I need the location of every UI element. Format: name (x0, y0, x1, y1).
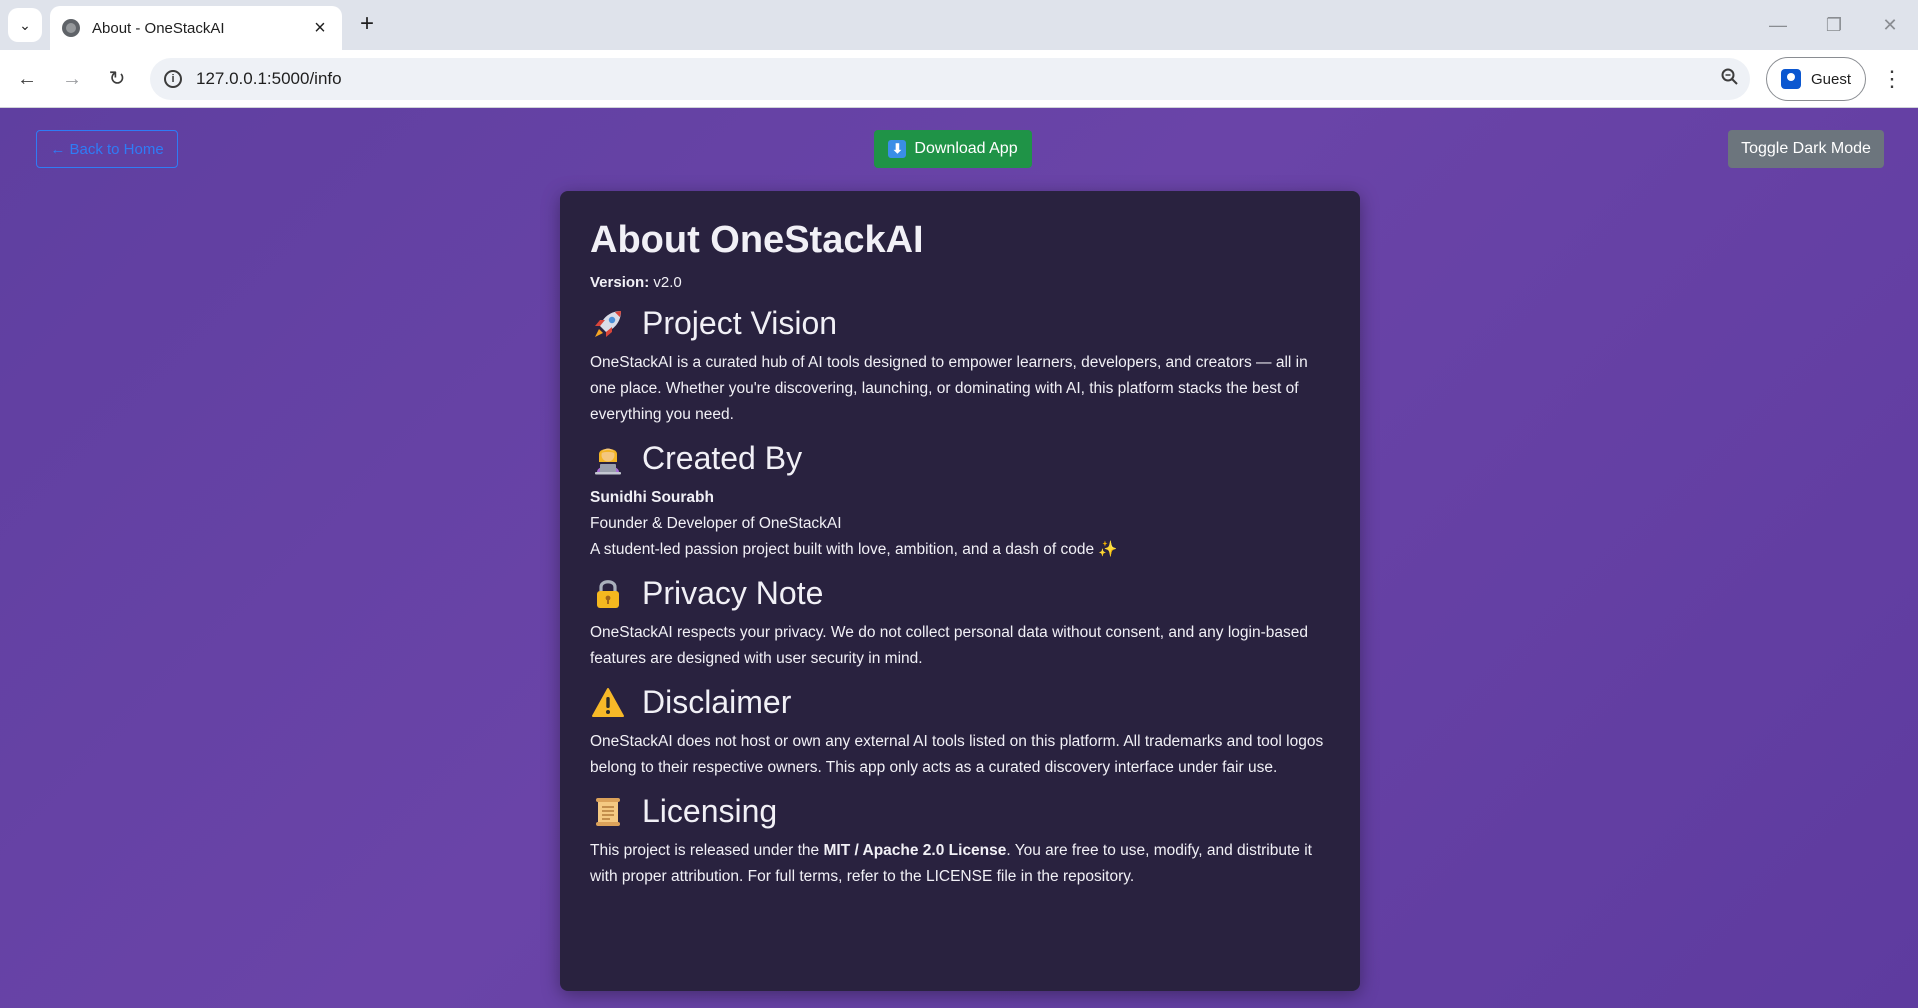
creator-name: Sunidhi Sourabh (590, 489, 714, 506)
reload-button[interactable]: ↻ (102, 64, 132, 94)
creator-role: Founder & Developer of OneStackAI (590, 515, 842, 532)
version-label: Version: (590, 274, 650, 291)
back-to-home-button[interactable]: ← Back to Home (36, 130, 178, 168)
browser-tab[interactable]: About - OneStackAI × (50, 6, 342, 50)
section-text: OneStackAI is a curated hub of AI tools … (590, 354, 1308, 423)
section-heading: Privacy Note (642, 575, 824, 611)
url-text[interactable]: 127.0.0.1:5000/info (196, 69, 1710, 89)
arrow-left-icon: ← (17, 68, 37, 90)
chevron-down-icon: ⌄ (19, 16, 31, 33)
back-button[interactable]: ← (12, 64, 42, 94)
scroll-icon (590, 794, 626, 830)
profile-label: Guest (1811, 70, 1852, 88)
section-heading: Created By (642, 440, 803, 476)
section-heading: Project Vision (642, 305, 838, 341)
tab-search-button[interactable]: ⌄ (8, 8, 42, 42)
minimize-icon: — (1769, 15, 1787, 35)
page-title: About OneStackAI (590, 219, 924, 261)
plus-icon: + (359, 10, 374, 37)
section-text: OneStackAI respects your privacy. We do … (590, 624, 1308, 667)
about-card: About OneStackAI Version: v2.0 Project V… (560, 191, 1360, 991)
close-window-icon: ✕ (1882, 15, 1898, 35)
restore-button[interactable]: ❐ (1814, 10, 1854, 40)
section-disclaimer: Disclaimer OneStackAI does not host or o… (590, 684, 1330, 781)
technologist-icon (590, 441, 626, 477)
restore-icon: ❐ (1825, 15, 1843, 35)
warning-icon (590, 685, 626, 721)
section-project-vision: Project Vision OneStackAI is a curated h… (590, 305, 1330, 428)
profile-icon (1781, 69, 1801, 89)
address-bar[interactable]: i 127.0.0.1:5000/info (150, 58, 1750, 100)
section-text: OneStackAI does not host or own any exte… (590, 733, 1324, 776)
rocket-icon (590, 306, 626, 342)
version-line: Version: v2.0 (590, 274, 1330, 291)
section-text: A student-led passion project built with… (590, 541, 1118, 558)
download-icon: ⬇ (888, 140, 907, 158)
version-value: v2.0 (653, 274, 682, 291)
download-app-button[interactable]: ⬇ Download App (874, 130, 1032, 168)
section-heading: Disclaimer (642, 684, 792, 720)
download-app-label: Download App (914, 140, 1018, 157)
section-privacy-note: Privacy Note OneStackAI respects your pr… (590, 575, 1330, 672)
profile-button[interactable]: Guest (1766, 57, 1866, 101)
browser-toolbar: ← → ↻ i 127.0.0.1:5000/info Guest ⋮ (0, 50, 1918, 108)
close-icon[interactable]: × (310, 18, 330, 38)
license-name: MIT / Apache 2.0 License (823, 842, 1007, 859)
browser-tab-bar: ⌄ About - OneStackAI × + — ❐ ✕ (0, 0, 1918, 50)
section-text: This project is released under the MIT /… (590, 838, 1330, 890)
globe-icon (62, 19, 80, 37)
browser-menu-button[interactable]: ⋮ (1878, 64, 1906, 94)
page-content: ← Back to Home ⬇ Download App Toggle Dar… (0, 108, 1918, 1008)
minimize-button[interactable]: — (1758, 10, 1798, 40)
close-window-button[interactable]: ✕ (1870, 10, 1910, 40)
section-heading: Licensing (642, 793, 778, 829)
forward-button[interactable]: → (57, 64, 87, 94)
reload-icon: ↻ (108, 68, 126, 90)
arrow-right-icon: → (62, 68, 82, 90)
zoom-icon[interactable] (1710, 68, 1750, 91)
toggle-dark-mode-button[interactable]: Toggle Dark Mode (1728, 130, 1884, 168)
license-text-before: This project is released under the (590, 842, 824, 859)
more-vert-icon: ⋮ (1881, 66, 1903, 91)
lock-icon (590, 576, 626, 612)
section-created-by: Created By Sunidhi Sourabh Founder & Dev… (590, 440, 1330, 563)
new-tab-button[interactable]: + (354, 12, 380, 38)
tab-title: About - OneStackAI (92, 19, 225, 37)
section-licensing: Licensing This project is released under… (590, 793, 1330, 890)
info-icon[interactable]: i (164, 70, 182, 88)
